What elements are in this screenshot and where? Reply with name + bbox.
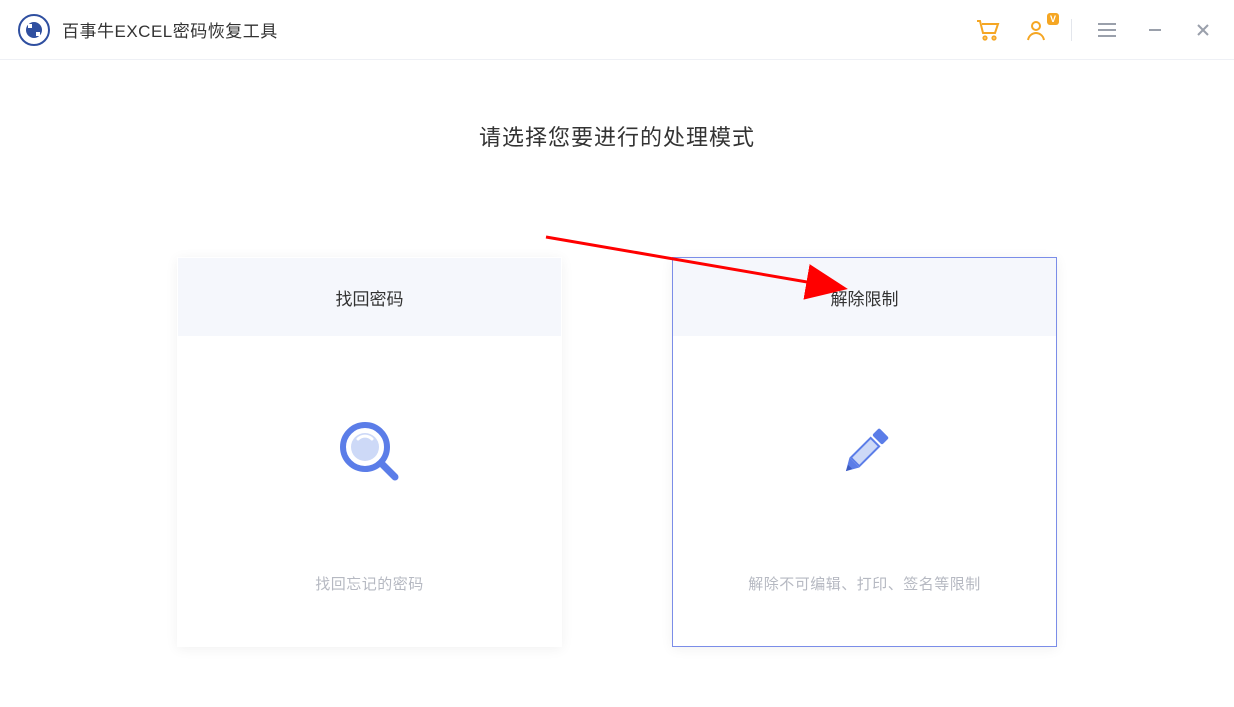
mode-cards: 找回密码 找回忘记的密码 解除限制 [177, 257, 1057, 647]
titlebar-right: V [975, 17, 1216, 43]
card-description: 解除不可编辑、打印、签名等限制 [748, 573, 981, 646]
card-description: 找回忘记的密码 [315, 573, 424, 646]
minimize-button[interactable] [1142, 17, 1168, 43]
app-title: 百事牛EXCEL密码恢复工具 [62, 17, 278, 42]
menu-icon[interactable] [1094, 17, 1120, 43]
pencil-icon [830, 417, 900, 492]
titlebar-left: 百事牛EXCEL密码恢复工具 [18, 14, 278, 46]
card-icon-wrap [673, 336, 1056, 573]
user-icon[interactable]: V [1023, 17, 1049, 43]
card-recover-password[interactable]: 找回密码 找回忘记的密码 [177, 257, 562, 647]
card-title: 解除限制 [673, 258, 1056, 336]
app-logo-icon [18, 14, 50, 46]
card-icon-wrap [178, 336, 561, 573]
card-title: 找回密码 [178, 258, 561, 336]
card-remove-restriction[interactable]: 解除限制 解除不可编辑、打印、签名等限制 [672, 257, 1057, 647]
titlebar: 百事牛EXCEL密码恢复工具 V [0, 0, 1234, 60]
page-heading: 请选择您要进行的处理模式 [479, 120, 755, 152]
magnifier-icon [335, 417, 405, 492]
vip-badge: V [1047, 13, 1059, 25]
divider [1071, 19, 1072, 41]
close-button[interactable] [1190, 17, 1216, 43]
main-content: 请选择您要进行的处理模式 找回密码 找回忘记的密码 解除限制 [0, 60, 1234, 647]
cart-icon[interactable] [975, 17, 1001, 43]
